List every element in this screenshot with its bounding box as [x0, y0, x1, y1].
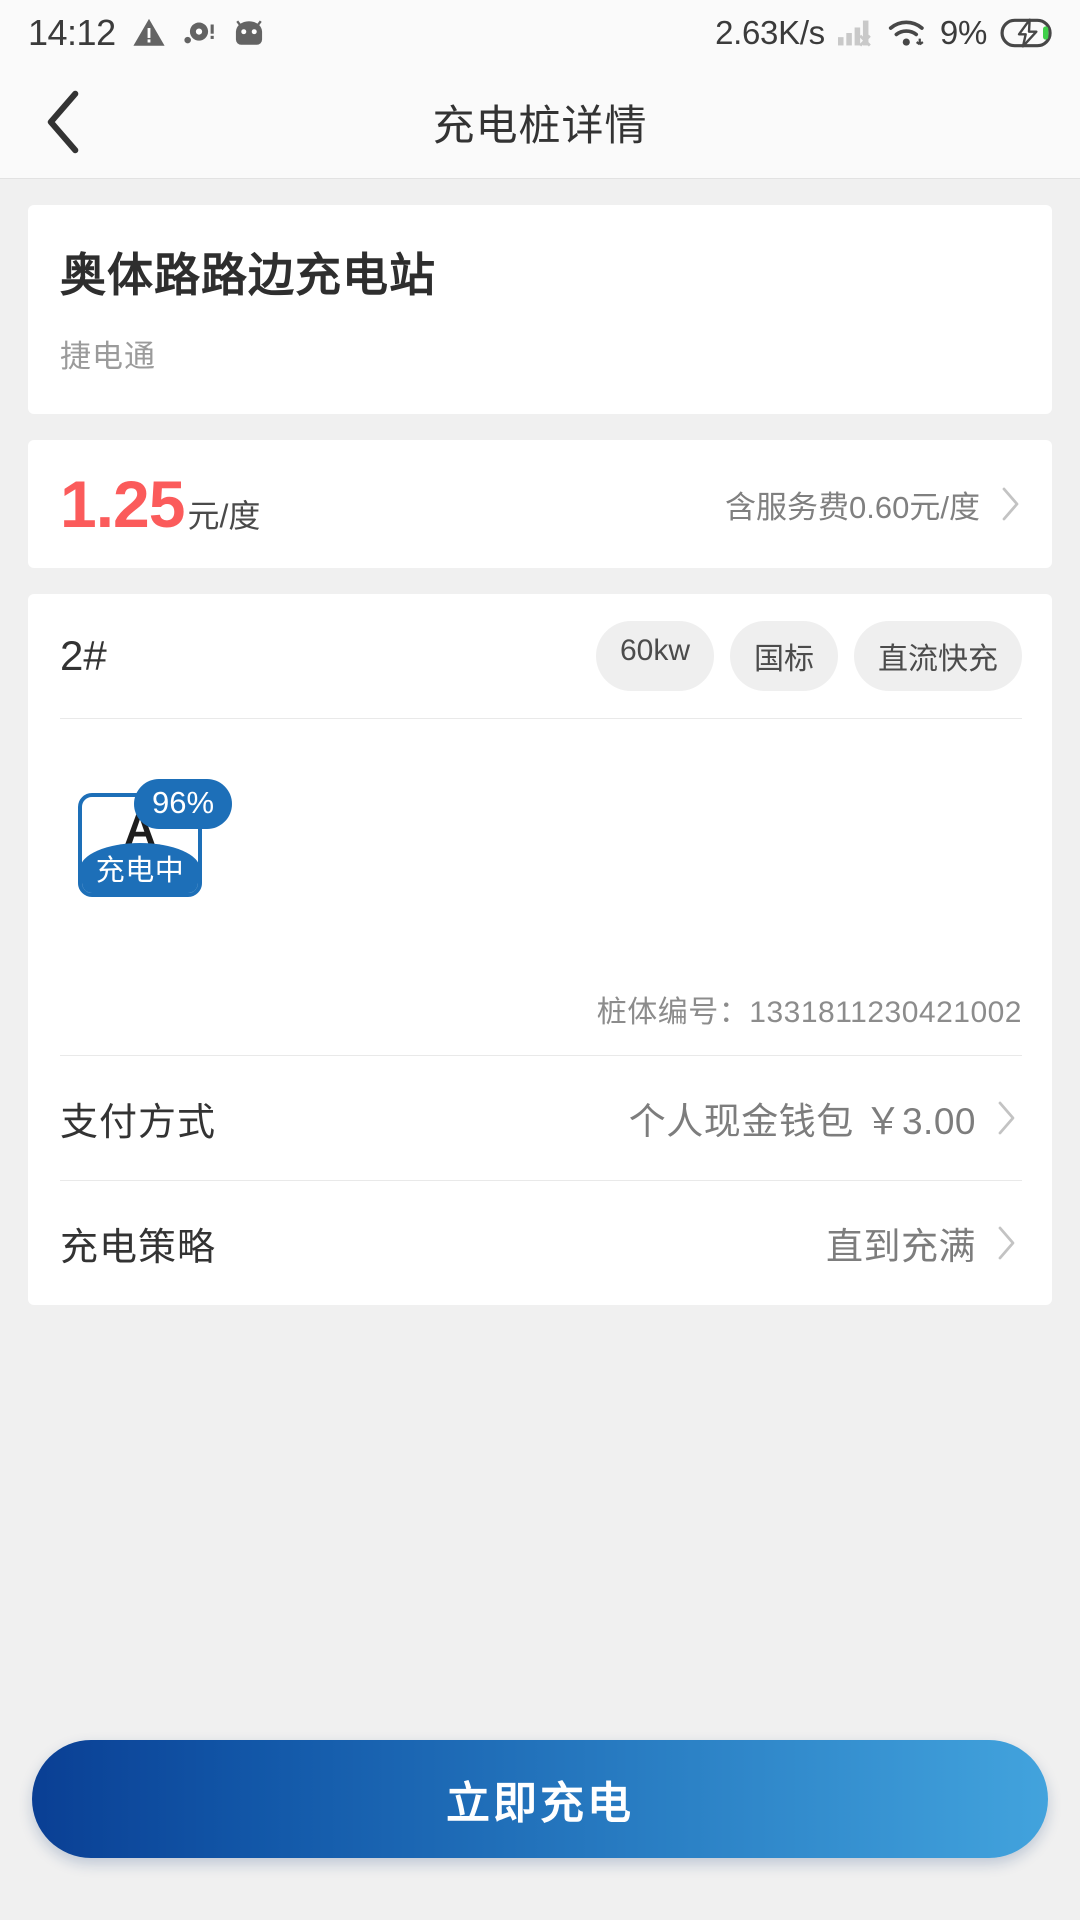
price-group: 1.25 元/度 — [60, 466, 260, 542]
chevron-right-icon — [998, 1101, 1015, 1135]
start-charging-label: 立即充电 — [446, 1779, 634, 1828]
row-payment-label: 支付方式 — [60, 1101, 217, 1144]
row-strategy-value-group: 直到充满 — [826, 1216, 1022, 1270]
pile-serial: 桩体编号：1331811230421002 — [60, 987, 1022, 1055]
row-strategy-value: 直到充满 — [826, 1226, 976, 1267]
chevron-right-icon — [1002, 487, 1019, 521]
title-bar: 充电桩详情 — [0, 66, 1080, 179]
status-bar: 14:12 2.63K/s 9% — [0, 0, 1080, 66]
footer: 立即充电 — [0, 1740, 1080, 1920]
row-payment-value: 个人现金钱包 ￥3.00 — [628, 1101, 976, 1142]
app-screen: 14:12 2.63K/s 9% 充电桩详情 奥体路路边充电站 捷电通 1.25… — [0, 0, 1080, 1920]
battery-percent-label: 9% — [939, 14, 987, 51]
station-card: 奥体路路边充电站 捷电通 — [28, 205, 1052, 414]
pile-tag-type: 直流快充 — [854, 621, 1022, 691]
row-payment-method[interactable]: 支付方式 个人现金钱包 ￥3.00 — [60, 1056, 1022, 1180]
status-bar-left: 14:12 — [28, 12, 266, 54]
start-charging-button[interactable]: 立即充电 — [32, 1740, 1048, 1858]
row-payment-value-group: 个人现金钱包 ￥3.00 — [629, 1091, 1022, 1145]
row-charge-strategy[interactable]: 充电策略 直到充满 — [60, 1181, 1022, 1305]
row-strategy-label: 充电策略 — [60, 1226, 217, 1269]
station-name: 奥体路路边充电站 — [60, 249, 436, 301]
pile-number: 2# — [60, 632, 107, 679]
pile-card: 2# 60kw 国标 直流快充 A 充电中 96% 桩体编号：133181123… — [28, 594, 1052, 1305]
service-fee-group[interactable]: 含服务费0.60元/度 — [725, 482, 1026, 527]
warning-triangle-icon — [133, 18, 165, 46]
android-robot-icon — [235, 20, 262, 45]
pile-serial-value: 1331811230421002 — [749, 996, 1022, 1029]
status-clock: 14:12 — [28, 12, 116, 53]
vibrate-icon — [184, 22, 214, 44]
pile-tag-standard: 国标 — [730, 621, 838, 691]
gun-item-a[interactable]: A 充电中 96% — [78, 779, 233, 897]
gun-list: A 充电中 96% — [60, 719, 1022, 987]
page-title: 充电桩详情 — [432, 101, 648, 149]
station-operator: 捷电通 — [60, 339, 156, 374]
back-button[interactable] — [18, 66, 110, 178]
gun-status-label: 充电中 — [95, 855, 185, 887]
chevron-left-icon — [47, 90, 79, 154]
service-fee-note: 含服务费0.60元/度 — [725, 489, 980, 525]
pile-serial-label: 桩体编号： — [596, 996, 750, 1029]
gun-percent-badge: 96% — [134, 779, 233, 829]
battery-charging-icon — [1000, 18, 1052, 48]
content-scroll: 奥体路路边充电站 捷电通 1.25 元/度 含服务费0.60元/度 2# 60k… — [0, 179, 1080, 1740]
price-value: 1.25 — [60, 467, 185, 541]
pile-header: 2# 60kw 国标 直流快充 — [60, 594, 1022, 718]
status-bar-right: 2.63K/s 9% — [715, 14, 1054, 52]
wifi-icon — [888, 20, 924, 46]
chevron-right-icon — [998, 1226, 1015, 1260]
price-unit: 元/度 — [187, 498, 261, 534]
pile-tag-power: 60kw — [595, 621, 714, 691]
price-card[interactable]: 1.25 元/度 含服务费0.60元/度 — [28, 440, 1052, 568]
signal-bars-icon — [837, 20, 871, 47]
pile-tag-list: 60kw 国标 直流快充 — [595, 621, 1022, 691]
network-speed-label: 2.63K/s — [715, 14, 825, 51]
